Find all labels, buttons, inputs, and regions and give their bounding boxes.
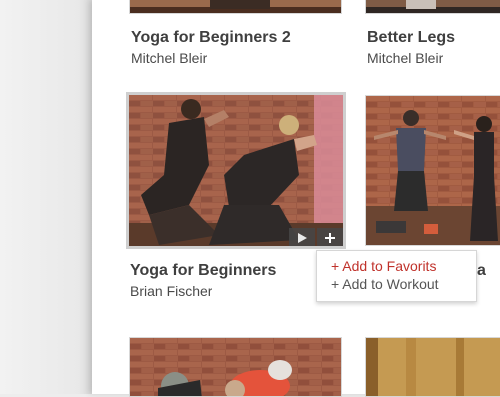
video-thumbnail[interactable] [365, 95, 500, 246]
video-author[interactable]: Mitchel Bleir [131, 50, 207, 66]
add-to-favorites-item[interactable]: + Add to Favorits [331, 258, 436, 274]
video-author[interactable]: Brian Fischer [130, 283, 212, 299]
video-thumbnail-selected[interactable] [126, 92, 346, 249]
video-thumbnail[interactable] [129, 337, 342, 397]
video-title[interactable]: Yoga for Beginners [130, 262, 276, 280]
add-menu-popup: + Add to Favorits + Add to Workout [316, 250, 477, 302]
video-author[interactable]: Mitchel Bleir [367, 50, 443, 66]
play-button[interactable] [289, 228, 315, 246]
thumbnail-image [366, 338, 500, 396]
video-thumbnail[interactable] [365, 337, 500, 397]
play-icon [298, 233, 307, 243]
plus-icon [325, 233, 335, 243]
thumbnail-image [130, 338, 341, 396]
video-title[interactable]: Yoga for Beginners 2 [131, 29, 291, 47]
video-title[interactable]: Better Legs [367, 29, 455, 47]
thumbnail-image [129, 95, 343, 246]
thumbnail-image [366, 0, 500, 13]
video-thumbnail[interactable] [365, 0, 500, 14]
thumbnail-image [366, 96, 500, 245]
video-thumbnail[interactable] [129, 0, 342, 14]
add-to-workout-item[interactable]: + Add to Workout [331, 276, 439, 292]
thumbnail-image [130, 0, 341, 13]
add-button[interactable] [317, 228, 343, 246]
left-gutter [0, 0, 92, 394]
